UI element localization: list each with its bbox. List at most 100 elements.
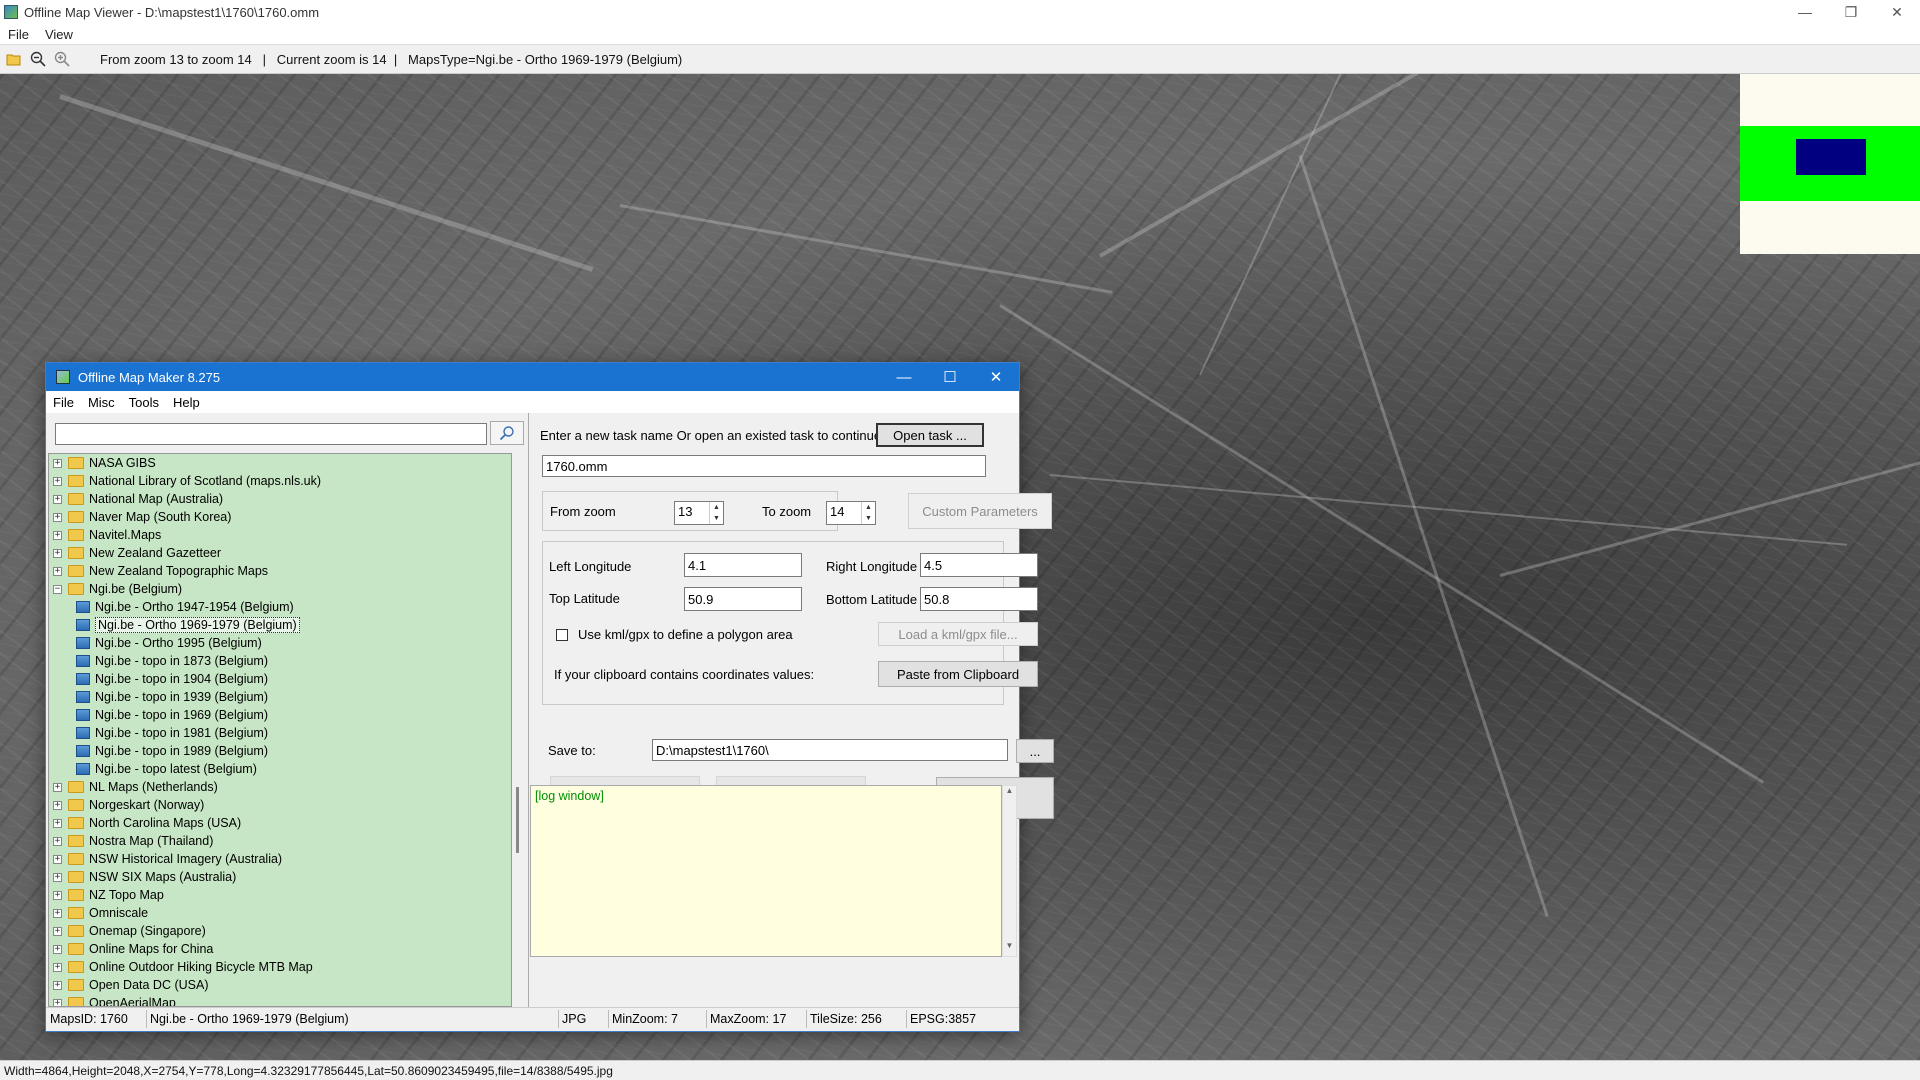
tree-folder-item[interactable]: + NSW SIX Maps (Australia) <box>49 868 511 886</box>
maximize-icon[interactable]: ☐ <box>927 363 973 391</box>
tree-map-item[interactable]: Ngi.be - Ortho 1969-1979 (Belgium) <box>49 616 511 634</box>
minimize-icon[interactable]: — <box>881 363 927 391</box>
tree-folder-item[interactable]: + Omniscale <box>49 904 511 922</box>
tree-folder-item[interactable]: + NASA GIBS <box>49 454 511 472</box>
expand-icon[interactable]: + <box>53 980 62 990</box>
expand-icon[interactable]: + <box>53 854 62 864</box>
map-image-icon <box>76 673 90 685</box>
expand-icon[interactable]: + <box>53 962 62 972</box>
expand-icon[interactable]: + <box>53 782 62 792</box>
tree-map-item[interactable]: Ngi.be - topo latest (Belgium) <box>49 760 511 778</box>
browse-button[interactable]: ... <box>1016 739 1054 763</box>
paste-clipboard-button[interactable]: Paste from Clipboard <box>878 661 1038 687</box>
collapse-icon[interactable]: − <box>53 584 62 594</box>
save-to-field[interactable]: D:\mapstest1\1760\ <box>652 739 1008 761</box>
load-kml-button[interactable]: Load a kml/gpx file... <box>878 622 1038 646</box>
tree-map-item[interactable]: Ngi.be - topo in 1939 (Belgium) <box>49 688 511 706</box>
expand-icon[interactable]: + <box>53 908 62 918</box>
expand-icon[interactable]: + <box>53 494 62 504</box>
expand-icon[interactable]: + <box>53 566 62 576</box>
tree-map-item[interactable]: Ngi.be - topo in 1981 (Belgium) <box>49 724 511 742</box>
close-icon[interactable]: ✕ <box>1874 0 1920 24</box>
zoom-out-icon[interactable] <box>28 49 48 69</box>
tree-map-item[interactable]: Ngi.be - Ortho 1947-1954 (Belgium) <box>49 598 511 616</box>
spin-up-icon[interactable]: ▲ <box>862 502 875 513</box>
spin-down-icon[interactable]: ▼ <box>862 513 875 524</box>
tree-folder-item[interactable]: − Ngi.be (Belgium) <box>49 580 511 598</box>
scroll-down-icon[interactable]: ▼ <box>1003 941 1016 950</box>
tree-folder-item[interactable]: + New Zealand Gazetteer <box>49 544 511 562</box>
expand-icon[interactable]: + <box>53 458 62 468</box>
menu-misc[interactable]: Misc <box>81 395 122 410</box>
tree-folder-item[interactable]: + NZ Topo Map <box>49 886 511 904</box>
spin-down-icon[interactable]: ▼ <box>710 513 723 524</box>
from-zoom-stepper[interactable]: 13 ▲ ▼ <box>674 501 724 525</box>
minimap-viewport[interactable] <box>1796 139 1866 175</box>
menu-file[interactable]: File <box>46 395 81 410</box>
tree-folder-item[interactable]: + National Library of Scotland (maps.nls.… <box>49 472 511 490</box>
custom-parameters-button[interactable]: Custom Parameters <box>908 493 1052 529</box>
tree-folder-item[interactable]: + Naver Map (South Korea) <box>49 508 511 526</box>
tree-folder-item[interactable]: + Navitel.Maps <box>49 526 511 544</box>
tree-item-label: NSW SIX Maps (Australia) <box>89 870 237 884</box>
tree-folder-item[interactable]: + New Zealand Topographic Maps <box>49 562 511 580</box>
tree-map-item[interactable]: Ngi.be - Ortho 1995 (Belgium) <box>49 634 511 652</box>
spin-up-icon[interactable]: ▲ <box>710 502 723 513</box>
top-latitude-field[interactable]: 50.9 <box>684 587 802 611</box>
expand-icon[interactable]: + <box>53 998 62 1006</box>
tree-folder-item[interactable]: + Onemap (Singapore) <box>49 922 511 940</box>
to-zoom-stepper[interactable]: 14 ▲ ▼ <box>826 501 876 525</box>
close-icon[interactable]: ✕ <box>973 363 1019 391</box>
expand-icon[interactable]: + <box>53 890 62 900</box>
menu-help[interactable]: Help <box>166 395 207 410</box>
zoom-in-icon[interactable] <box>52 49 72 69</box>
expand-icon[interactable]: + <box>53 944 62 954</box>
open-task-button[interactable]: Open task ... <box>876 423 984 447</box>
menu-tools[interactable]: Tools <box>122 395 166 410</box>
scroll-up-icon[interactable]: ▲ <box>1003 786 1016 795</box>
tree-folder-item[interactable]: + Nostra Map (Thailand) <box>49 832 511 850</box>
menu-view[interactable]: View <box>37 27 81 42</box>
expand-icon[interactable]: + <box>53 512 62 522</box>
log-scrollbar[interactable]: ▲ ▼ <box>1002 785 1017 957</box>
tree-folder-item[interactable]: + NSW Historical Imagery (Australia) <box>49 850 511 868</box>
restore-icon[interactable]: ❐ <box>1828 0 1874 24</box>
tree-folder-item[interactable]: + Norgeskart (Norway) <box>49 796 511 814</box>
tree-map-item[interactable]: Ngi.be - topo in 1969 (Belgium) <box>49 706 511 724</box>
expand-icon[interactable]: + <box>53 530 62 540</box>
left-longitude-field[interactable]: 4.1 <box>684 553 802 577</box>
expand-icon[interactable]: + <box>53 818 62 828</box>
expand-icon[interactable]: + <box>53 548 62 558</box>
expand-icon[interactable]: + <box>53 836 62 846</box>
open-folder-icon[interactable] <box>4 49 24 69</box>
search-button[interactable] <box>490 421 524 445</box>
bottom-latitude-field[interactable]: 50.8 <box>920 587 1038 611</box>
tree-folder-item[interactable]: + National Map (Australia) <box>49 490 511 508</box>
expand-icon[interactable]: + <box>53 800 62 810</box>
tree-folder-item[interactable]: + Open Data DC (USA) <box>49 976 511 994</box>
overview-minimap[interactable] <box>1740 74 1920 254</box>
minimize-icon[interactable]: — <box>1782 0 1828 24</box>
use-kml-checkbox[interactable] <box>556 629 568 641</box>
right-longitude-field[interactable]: 4.5 <box>920 553 1038 577</box>
menu-file[interactable]: File <box>0 27 37 42</box>
map-search-input[interactable] <box>55 423 487 445</box>
tree-folder-item[interactable]: + Online Maps for China <box>49 940 511 958</box>
tree-scrollbar[interactable] <box>513 453 527 1007</box>
tree-folder-item[interactable]: + North Carolina Maps (USA) <box>49 814 511 832</box>
tree-folder-item[interactable]: + Online Outdoor Hiking Bicycle MTB Map <box>49 958 511 976</box>
task-name-field[interactable]: 1760.omm <box>542 455 986 477</box>
log-window[interactable]: [log window] ▲ ▼ <box>530 785 1019 957</box>
tree-map-item[interactable]: Ngi.be - topo in 1989 (Belgium) <box>49 742 511 760</box>
folder-icon <box>68 457 84 469</box>
expand-icon[interactable]: + <box>53 476 62 486</box>
log-text-area[interactable]: [log window] <box>530 785 1002 957</box>
tree-scrollbar-thumb[interactable] <box>516 787 519 853</box>
tree-folder-item[interactable]: + OpenAerialMap <box>49 994 511 1006</box>
expand-icon[interactable]: + <box>53 926 62 936</box>
map-source-tree[interactable]: + NASA GIBS + National Library of Scotland … <box>48 453 512 1007</box>
tree-map-item[interactable]: Ngi.be - topo in 1904 (Belgium) <box>49 670 511 688</box>
expand-icon[interactable]: + <box>53 872 62 882</box>
tree-folder-item[interactable]: + NL Maps (Netherlands) <box>49 778 511 796</box>
tree-map-item[interactable]: Ngi.be - topo in 1873 (Belgium) <box>49 652 511 670</box>
